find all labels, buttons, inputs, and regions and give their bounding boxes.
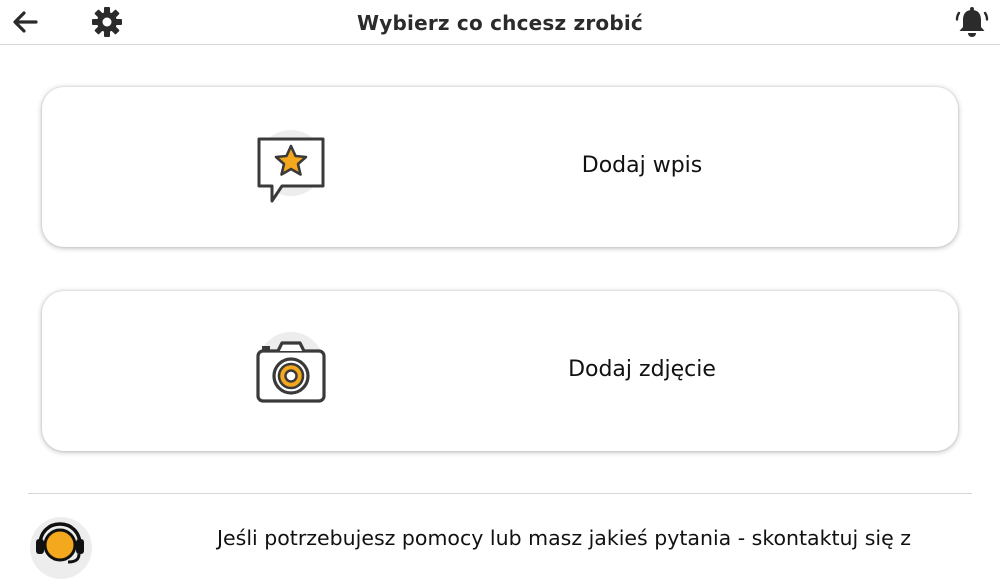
add-post-icon-wrap	[248, 125, 334, 211]
help-contact-button[interactable]	[28, 515, 94, 581]
camera-icon	[256, 332, 326, 403]
add-photo-icon-wrap	[248, 329, 334, 415]
add-post-card[interactable]: Dodaj wpis	[42, 87, 958, 247]
page-title: Wybierz co chcesz zrobić	[357, 11, 643, 35]
star-speech-bubble-icon	[257, 130, 325, 203]
headset-support-icon	[30, 517, 92, 579]
add-photo-label: Dodaj zdjęcie	[568, 357, 716, 382]
bell-icon	[955, 7, 989, 37]
notifications-button[interactable]	[954, 4, 990, 40]
top-bar: Wybierz co chcesz zrobić	[0, 0, 1000, 45]
add-post-label: Dodaj wpis	[581, 153, 703, 178]
help-text: Jeśli potrzebujesz pomocy lub masz jakie…	[217, 526, 911, 550]
add-photo-card[interactable]: Dodaj zdjęcie	[42, 291, 958, 451]
section-divider	[28, 493, 972, 494]
